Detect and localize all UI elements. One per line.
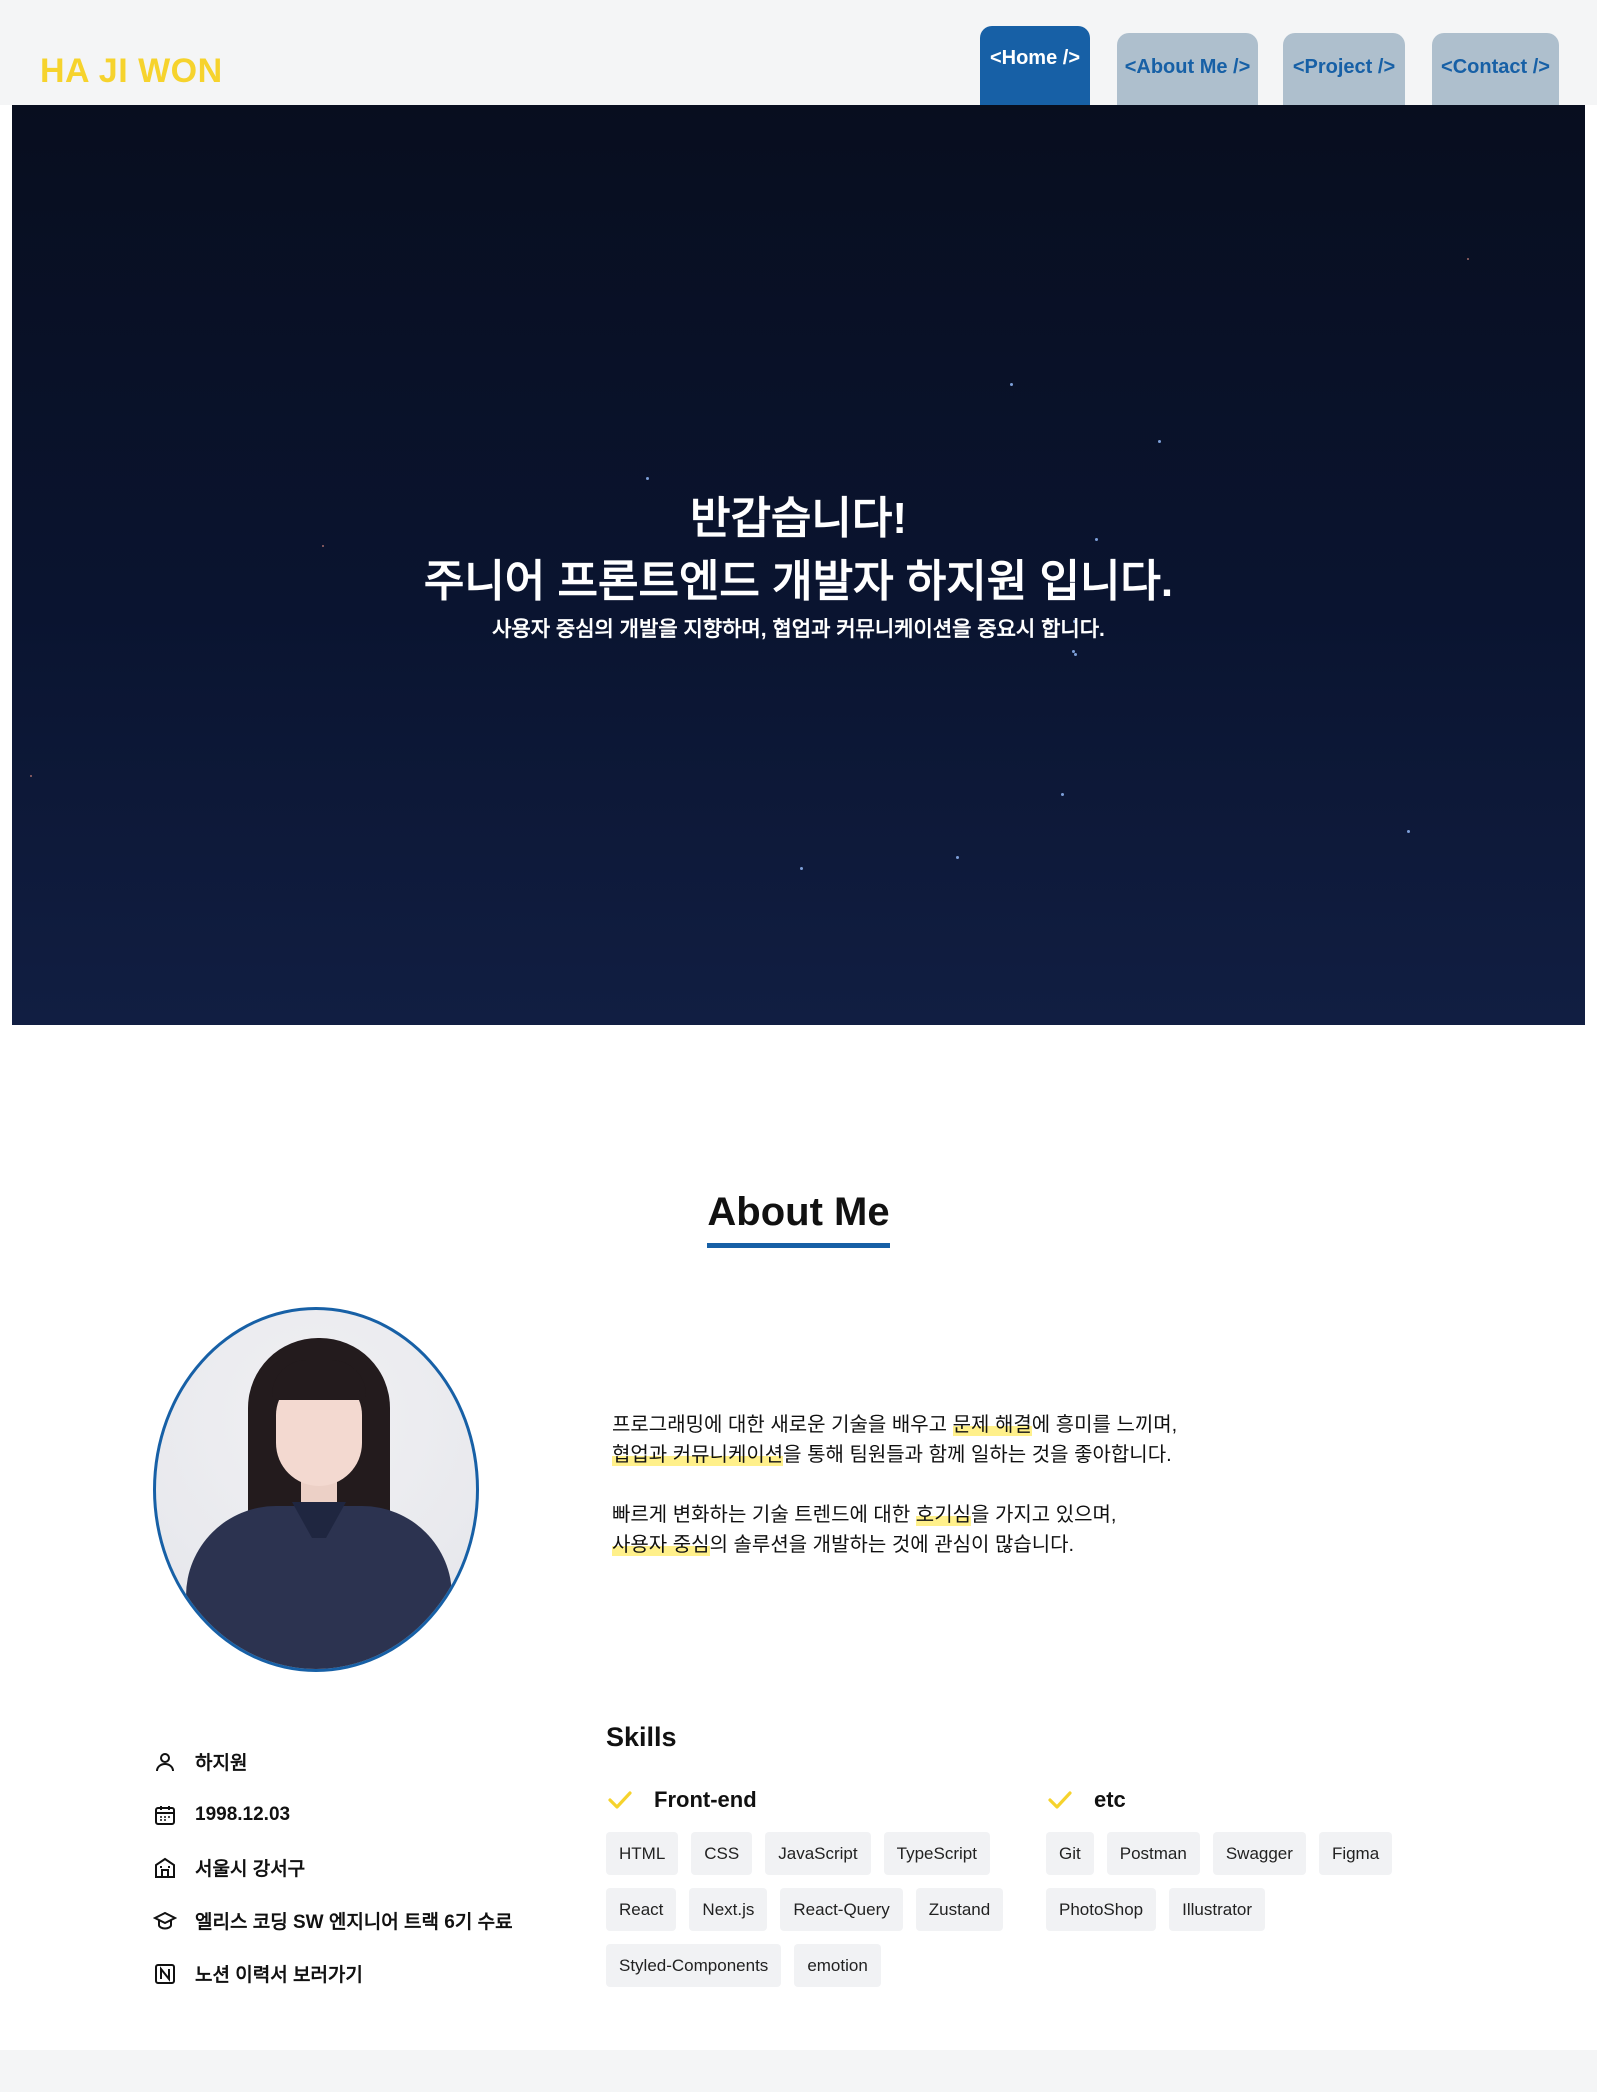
info-name-text: 하지원	[195, 1753, 248, 1774]
bio-highlight: 사용자 중심	[612, 1534, 710, 1556]
skills-frontend: Front-end HTML CSS JavaScript TypeScript…	[606, 1782, 1026, 2000]
skill-chip: Illustrator	[1169, 1888, 1266, 1931]
notion-resume-link-text[interactable]: 노션 이력서 보러가기	[195, 1960, 363, 1987]
notion-icon	[155, 1963, 175, 1984]
skills-frontend-chips: HTML CSS JavaScript TypeScript React Nex…	[606, 1832, 1026, 2000]
footer-band	[0, 2050, 1597, 2092]
site-logo[interactable]: HA JI WON	[40, 52, 223, 91]
bio-paragraph-2: 빠르게 변화하는 기술 트렌드에 대한 호기심을 가지고 있으며, 사용자 중심…	[612, 1500, 1177, 1560]
check-icon	[1048, 1791, 1072, 1809]
skill-chip: Styled-Components	[606, 1944, 782, 1987]
tab-project[interactable]: <Project />	[1283, 33, 1405, 105]
skill-chip: CSS	[691, 1832, 753, 1875]
notion-resume-link[interactable]: 노션 이력서 보러가기	[153, 1947, 513, 2000]
skill-chip: Git	[1046, 1832, 1094, 1875]
bio-paragraph-1: 프로그래밍에 대한 새로운 기술을 배우고 문제 해결에 흥미를 느끼며, 협업…	[612, 1410, 1177, 1470]
info-birth: 1998.12.03	[153, 1788, 513, 1841]
check-icon	[608, 1791, 632, 1809]
skill-chip: Next.js	[689, 1888, 768, 1931]
bio-text: 프로그래밍에 대한 새로운 기술을 배우고	[612, 1414, 953, 1436]
building-icon	[155, 1857, 175, 1878]
star-decoration	[1158, 440, 1161, 443]
graduation-cap-icon	[153, 1911, 177, 1930]
hero-banner: 반갑습니다! 주니어 프론트엔드 개발자 하지원 입니다. 사용자 중심의 개발…	[12, 105, 1585, 1025]
skill-chip: Figma	[1318, 1832, 1393, 1875]
bio-text: 을 가지고 있으며,	[971, 1504, 1117, 1526]
skills-etc-chips: Git Postman Swagger Figma PhotoShop Illu…	[1046, 1832, 1426, 1944]
tab-about-me[interactable]: <About Me />	[1117, 33, 1258, 105]
skills-etc-header: etc	[1046, 1782, 1426, 1818]
about-section-title: About Me	[0, 1190, 1597, 1248]
tab-contact[interactable]: <Contact />	[1432, 33, 1559, 105]
skill-chip: emotion	[794, 1944, 881, 1987]
hero-subtitle: 사용자 중심의 개발을 지향하며, 협업과 커뮤니케이션을 중요시 합니다.	[492, 618, 1105, 641]
header: HA JI WON <Home /> <About Me /> <Project…	[0, 0, 1597, 105]
star-decoration	[30, 775, 32, 777]
bio-highlight: 문제 해결	[952, 1414, 1032, 1436]
star-decoration	[1061, 793, 1064, 796]
skill-chip: TypeScript	[883, 1832, 990, 1875]
star-decoration	[1010, 383, 1013, 386]
info-location: 서울시 강서구	[153, 1841, 513, 1894]
skill-chip: PhotoShop	[1046, 1888, 1157, 1931]
bio-text: 빠르게 변화하는 기술 트렌드에 대한	[612, 1504, 916, 1526]
star-decoration	[1407, 830, 1410, 833]
bio-text: 의 솔루션을 개발하는 것에 관심이 많습니다.	[709, 1534, 1075, 1556]
info-location-text: 서울시 강서구	[195, 1859, 306, 1880]
skill-chip: HTML	[606, 1832, 679, 1875]
bio-text: 을 통해 팀원들과 함께 일하는 것을 좋아합니다.	[783, 1444, 1172, 1466]
skill-chip: React-Query	[780, 1888, 903, 1931]
info-education-text: 엘리스 코딩 SW 엔지니어 트랙 6기 수료	[195, 1912, 513, 1933]
skills-etc: etc Git Postman Swagger Figma PhotoShop …	[1046, 1782, 1426, 1944]
skill-chip: JavaScript	[765, 1832, 871, 1875]
info-name: 하지원	[153, 1735, 513, 1788]
user-icon	[156, 1752, 174, 1771]
skill-chip: Swagger	[1212, 1832, 1306, 1875]
profile-info-list: 하지원 1998.12.03 서울시 강서구 엘리스 코딩 SW 엔지니어 트랙…	[153, 1735, 513, 2000]
skills-etc-label: etc	[1094, 1787, 1126, 1812]
hero-headline: 주니어 프론트엔드 개발자 하지원 입니다.	[423, 557, 1174, 606]
star-decoration	[1074, 653, 1077, 656]
calendar-icon	[155, 1805, 175, 1825]
hero-greeting: 반갑습니다!	[689, 494, 908, 543]
info-birth-text: 1998.12.03	[195, 1803, 291, 1825]
star-decoration	[800, 867, 803, 870]
skills-frontend-header: Front-end	[606, 1782, 1026, 1818]
tab-home[interactable]: <Home />	[980, 26, 1090, 105]
star-decoration	[1467, 258, 1469, 260]
skill-chip: Zustand	[915, 1888, 1004, 1931]
skills-title: Skills	[606, 1722, 677, 1752]
bio-highlight: 협업과 커뮤니케이션	[612, 1444, 784, 1466]
info-education: 엘리스 코딩 SW 엔지니어 트랙 6기 수료	[153, 1894, 513, 1947]
profile-photo	[153, 1307, 479, 1672]
about-title: About Me	[707, 1190, 890, 1248]
bio-highlight: 호기심	[915, 1504, 971, 1526]
skills-frontend-label: Front-end	[654, 1787, 757, 1812]
skill-chip: React	[606, 1888, 677, 1931]
about-bio: 프로그래밍에 대한 새로운 기술을 배우고 문제 해결에 흥미를 느끼며, 협업…	[612, 1410, 1177, 1590]
skill-chip: Postman	[1106, 1832, 1200, 1875]
bio-text: 에 흥미를 느끼며,	[1031, 1414, 1178, 1436]
star-decoration	[956, 856, 959, 859]
star-decoration	[646, 477, 649, 480]
